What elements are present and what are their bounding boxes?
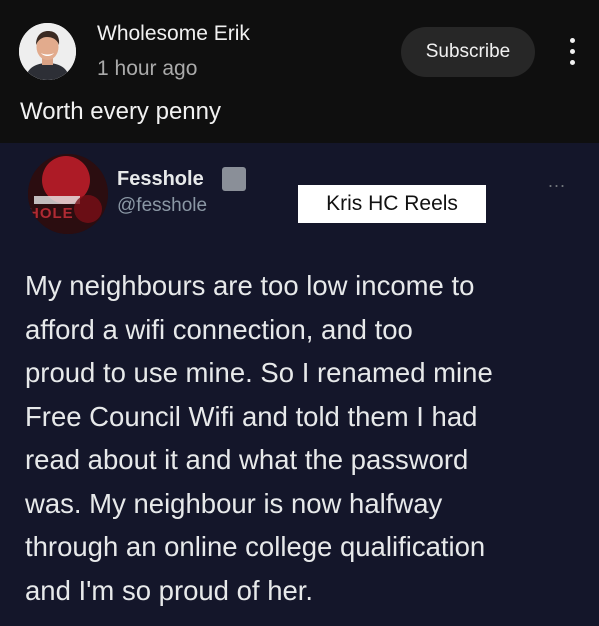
tweet-body: My neighbours are too low income to affo… bbox=[25, 264, 585, 612]
avatar-logo-text: HOLE bbox=[28, 205, 74, 222]
post-timestamp: 1 hour ago bbox=[97, 57, 198, 80]
person-photo-icon bbox=[19, 23, 76, 80]
tweet-line: and I'm so proud of her. bbox=[25, 574, 314, 606]
post-caption: Worth every penny bbox=[20, 98, 221, 125]
tweet-line: read about it and what the password bbox=[25, 444, 469, 475]
tweet-handle: @fesshole bbox=[117, 195, 208, 216]
tweet-screenshot: HOLE Fesshole @fesshole ... Kris HC Reel… bbox=[0, 143, 599, 626]
tweet-display-name: Fesshole bbox=[117, 168, 204, 190]
tweet-more-icon: ... bbox=[548, 171, 567, 191]
tweet-avatar: HOLE bbox=[28, 154, 108, 234]
verified-badge-icon bbox=[222, 167, 246, 191]
watermark-label: Kris HC Reels bbox=[298, 185, 486, 223]
tweet-line: Free Council Wifi and told them I had bbox=[25, 400, 478, 432]
channel-avatar[interactable] bbox=[19, 23, 76, 80]
channel-name[interactable]: Wholesome Erik bbox=[97, 22, 250, 46]
subscribe-button[interactable]: Subscribe bbox=[401, 27, 535, 77]
fesshole-logo-icon bbox=[28, 154, 108, 234]
tweet-line: through an online college qualification bbox=[25, 531, 486, 562]
tweet-line: afford a wifi connection, and too bbox=[25, 313, 413, 345]
tweet-line: proud to use mine. So I renamed mine bbox=[25, 357, 493, 388]
post-header: Wholesome Erik 1 hour ago Subscribe Wort… bbox=[0, 0, 599, 143]
tweet-line: was. My neighbour is now halfway bbox=[25, 487, 443, 519]
more-options-icon[interactable] bbox=[560, 34, 584, 72]
tweet-line: My neighbours are too low income to bbox=[25, 270, 475, 301]
